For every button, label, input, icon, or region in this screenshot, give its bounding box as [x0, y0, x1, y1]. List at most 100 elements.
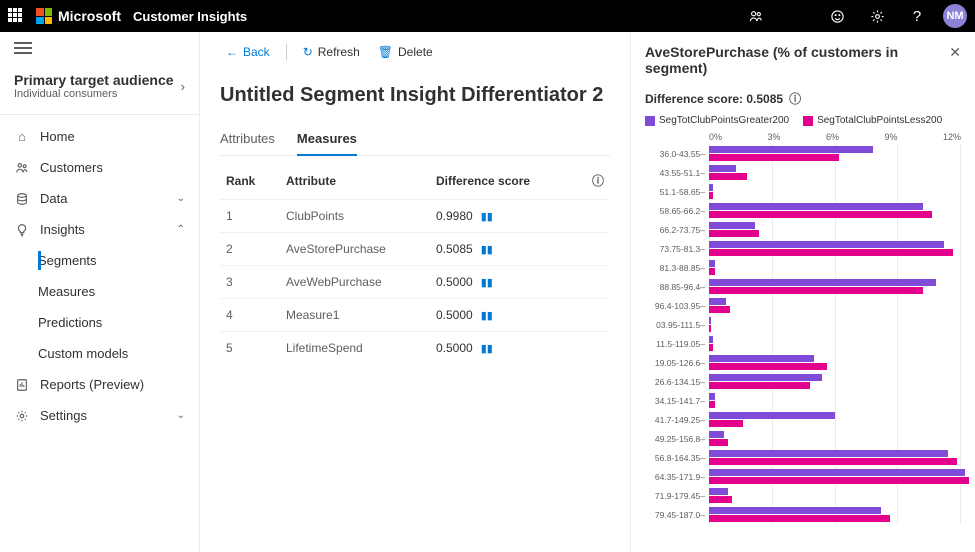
- home-icon: ⌂: [14, 129, 30, 144]
- chart-icon[interactable]: ▮▮: [481, 276, 493, 289]
- bar-series-a: [709, 450, 948, 457]
- nav-settings[interactable]: Settings⌄: [0, 400, 199, 431]
- bar-series-b: [709, 249, 953, 256]
- bar-series-b: [709, 344, 713, 351]
- chart-row: 03.95-111.5–: [645, 315, 961, 334]
- back-button[interactable]: ←Back: [220, 41, 276, 63]
- chart-row: 81.3-88.85–: [645, 258, 961, 277]
- bar-series-b: [709, 230, 759, 237]
- bar-series-b: [709, 439, 728, 446]
- avatar[interactable]: NM: [943, 4, 967, 28]
- bar-series-b: [709, 515, 890, 522]
- page-title: Untitled Segment Insight Differentiator …: [220, 84, 610, 107]
- chart-icon[interactable]: ▮▮: [481, 342, 493, 355]
- data-icon: [14, 192, 30, 206]
- bar-series-a: [709, 184, 713, 191]
- chart-row: 96.4-103.95–: [645, 296, 961, 315]
- bar-series-a: [709, 469, 965, 476]
- bar-series-b: [709, 192, 713, 199]
- back-arrow-icon: ←: [226, 45, 238, 59]
- info-icon[interactable]: ⓘ: [789, 90, 801, 107]
- emoji-icon[interactable]: [823, 2, 851, 30]
- bar-series-a: [709, 203, 923, 210]
- chart-row: 64.35-171.9–: [645, 467, 961, 486]
- delete-button[interactable]: 🗑Delete: [372, 41, 439, 63]
- bar-series-b: [709, 401, 715, 408]
- nav-measures[interactable]: Measures: [38, 276, 199, 307]
- bar-series-a: [709, 488, 728, 495]
- nav-custom-models[interactable]: Custom models: [38, 338, 199, 369]
- bar-series-b: [709, 154, 839, 161]
- audience-subtitle: Individual consumers: [14, 88, 174, 100]
- nav-segments[interactable]: Segments: [38, 245, 199, 276]
- chart-row: 11.5-119.05–: [645, 334, 961, 353]
- bar-series-a: [709, 165, 736, 172]
- bar-series-a: [709, 336, 713, 343]
- col-attribute: Attribute: [280, 162, 430, 200]
- close-button[interactable]: ✕: [949, 44, 961, 61]
- bar-series-b: [709, 382, 810, 389]
- bar-series-a: [709, 317, 711, 324]
- tab-measures[interactable]: Measures: [297, 125, 357, 156]
- table-row[interactable]: 2AveStorePurchase0.5085▮▮: [220, 233, 610, 266]
- chart-icon[interactable]: ▮▮: [481, 243, 493, 256]
- settings-icon[interactable]: [863, 2, 891, 30]
- bar-series-b: [709, 477, 969, 484]
- chart-row: 66.2-73.75–: [645, 220, 961, 239]
- microsoft-logo: Microsoft: [36, 8, 121, 24]
- chart-row: 26.6-134.15–: [645, 372, 961, 391]
- delete-icon: 🗑: [378, 45, 393, 59]
- bar-series-b: [709, 363, 827, 370]
- bar-series-a: [709, 431, 724, 438]
- bar-series-a: [709, 298, 726, 305]
- legend-swatch-a: [645, 116, 655, 126]
- tab-attributes[interactable]: Attributes: [220, 125, 275, 155]
- bar-series-a: [709, 374, 822, 381]
- chart-row: 88.85-96.4–: [645, 277, 961, 296]
- nav-insights[interactable]: Insights⌃: [0, 214, 199, 245]
- chart-row: 56.8-164.35–: [645, 448, 961, 467]
- nav-reports[interactable]: Reports (Preview): [0, 369, 199, 400]
- chart-icon[interactable]: ▮▮: [481, 210, 493, 223]
- app-name: Customer Insights: [133, 9, 247, 24]
- bar-series-a: [709, 260, 715, 267]
- nav-home[interactable]: ⌂Home: [0, 121, 199, 152]
- table-row[interactable]: 1ClubPoints0.9980▮▮: [220, 200, 610, 233]
- app-launcher-icon[interactable]: [8, 8, 24, 24]
- nav-customers[interactable]: Customers: [0, 152, 199, 183]
- info-icon[interactable]: ⓘ: [592, 174, 604, 188]
- col-score: Difference score: [430, 162, 580, 200]
- nav-predictions[interactable]: Predictions: [38, 307, 199, 338]
- chart-legend: SegTotClubPointsGreater200 SegTotalClubP…: [645, 115, 961, 126]
- chart-row: 36.0-43.55–: [645, 144, 961, 163]
- bar-series-b: [709, 325, 711, 332]
- bar-series-a: [709, 222, 755, 229]
- help-icon[interactable]: ?: [903, 2, 931, 30]
- panel-subtitle: Difference score: 0.5085ⓘ: [645, 90, 961, 107]
- reports-icon: [14, 378, 30, 392]
- teams-icon[interactable]: [741, 2, 769, 30]
- table-row[interactable]: 5LifetimeSpend0.5000▮▮: [220, 332, 610, 365]
- refresh-icon: ↻: [303, 45, 313, 59]
- bar-series-a: [709, 355, 814, 362]
- legend-swatch-b: [803, 116, 813, 126]
- bar-series-a: [709, 279, 936, 286]
- chart-row: 43.55-51.1–: [645, 163, 961, 182]
- panel-title: AveStorePurchase (% of customers in segm…: [645, 44, 949, 76]
- audience-selector[interactable]: Primary target audience Individual consu…: [0, 64, 199, 115]
- chart: 0%3%6%9%12% 36.0-43.55–43.55-51.1–51.1-5…: [645, 132, 961, 524]
- chart-row: 73.75-81.3–: [645, 239, 961, 258]
- hamburger-button[interactable]: [0, 32, 199, 64]
- chart-row: 71.9-179.45–: [645, 486, 961, 505]
- chart-row: 79.45-187.0–: [645, 505, 961, 524]
- chart-icon[interactable]: ▮▮: [481, 309, 493, 322]
- refresh-button[interactable]: ↻Refresh: [297, 41, 366, 63]
- bar-series-b: [709, 173, 747, 180]
- bar-series-a: [709, 393, 715, 400]
- bar-series-b: [709, 458, 957, 465]
- table-row[interactable]: 4Measure10.5000▮▮: [220, 299, 610, 332]
- nav-data[interactable]: Data⌄: [0, 183, 199, 214]
- chevron-down-icon: ⌄: [177, 410, 185, 421]
- table-row[interactable]: 3AveWebPurchase0.5000▮▮: [220, 266, 610, 299]
- col-rank: Rank: [220, 162, 280, 200]
